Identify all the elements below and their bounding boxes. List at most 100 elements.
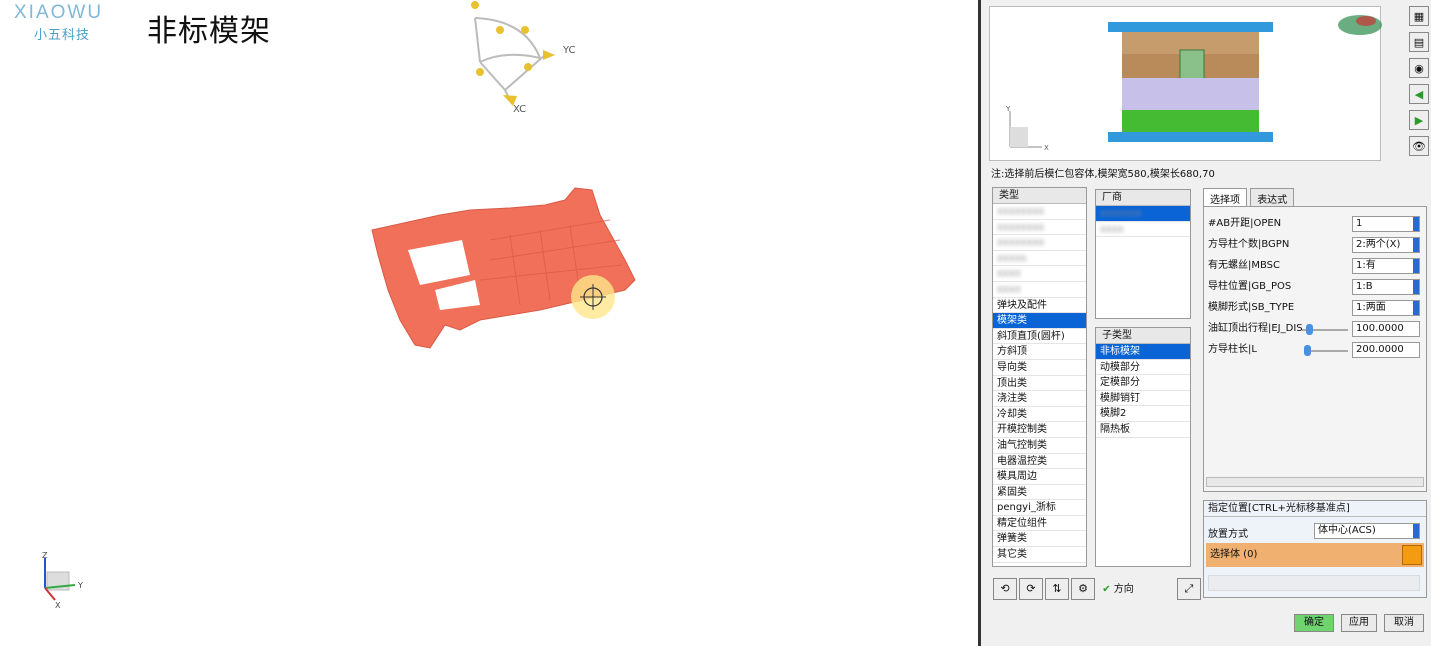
list-item[interactable]: 开模控制类	[993, 422, 1086, 438]
arrow-left-icon[interactable]: ◀	[1409, 84, 1429, 104]
list-item[interactable]: 方斜顶	[993, 344, 1086, 360]
arrow-right-icon[interactable]: ▶	[1409, 110, 1429, 130]
list-item[interactable]: 紧固类	[993, 485, 1086, 501]
select-body-field[interactable]: 选择体 (0)	[1206, 543, 1424, 567]
type-list[interactable]: 类型 xxxxxxxx xxxxxxxx xxxxxxxx xxxxx xxxx xxxx…	[992, 187, 1087, 567]
param-bgpn-select[interactable]: 2:两个(X)	[1352, 237, 1420, 253]
spreadsheet-icon[interactable]: ▤	[1409, 32, 1429, 52]
param-l-label: 方导柱长|L	[1208, 344, 1257, 355]
param-gbpos-label: 导柱位置|GB_POS	[1208, 281, 1292, 292]
csys-icon[interactable]: ⤢	[1176, 578, 1201, 600]
list-item[interactable]: xxxxxxxx	[993, 220, 1086, 236]
list-item[interactable]: 非标模架	[1096, 344, 1190, 360]
subtype-list[interactable]: 子类型 非标模架 动模部分 定模部分 模脚销钉 模脚2 隔热板	[1095, 327, 1191, 567]
list-item[interactable]: 隔热板	[1096, 422, 1190, 438]
mold-base-dialog: Y X ▦ ▤ ◉ ◀ ▶ 👁 注:选择前后模仁包容体,模架宽580,模架长68…	[978, 0, 1431, 646]
list-item[interactable]: 定模部分	[1096, 375, 1190, 391]
vendor-list[interactable]: 厂商 xxxxxxx xxxx	[1095, 189, 1191, 319]
list-item[interactable]: 模具周边	[993, 469, 1086, 485]
list-item[interactable]: 电器温控类	[993, 454, 1086, 470]
list-item[interactable]: 顶出类	[993, 376, 1086, 392]
list-item[interactable]: 斜顶直顶(圆杆)	[993, 329, 1086, 345]
preview-axis-x: X	[1044, 144, 1049, 152]
preview-toolbar: ▦ ▤ ◉ ◀ ▶ 👁	[1409, 6, 1431, 162]
instruction-note: 注:选择前后模仁包容体,模架宽580,模架长680,70	[991, 169, 1215, 180]
triad-yc-label: YC	[562, 45, 576, 56]
graphics-viewport[interactable]: XIAOWU 小五科技 非标模架 YC XC Z Y X	[0, 0, 978, 646]
mold-preview: Y X	[989, 6, 1382, 161]
cube-select-icon[interactable]	[1402, 545, 1422, 565]
wcs-z-label: Z	[42, 551, 48, 560]
disabled-option-row	[1208, 575, 1420, 591]
list-item[interactable]: 弹块及配件	[993, 298, 1086, 314]
flip-icon[interactable]: ⇅	[1045, 578, 1069, 600]
vendor-item[interactable]: xxxx	[1096, 222, 1190, 238]
list-item[interactable]: pengyi_浙标	[993, 500, 1086, 516]
mold-base-drawing: Y X	[1005, 15, 1382, 152]
list-item[interactable]: 冷却类	[993, 407, 1086, 423]
select-body-label: 选择体 (0)	[1210, 549, 1258, 560]
vendor-item[interactable]: xxxxxxx	[1096, 206, 1190, 222]
param-ejdis-input[interactable]: 100.0000	[1352, 321, 1420, 337]
param-bgpn-label: 方导柱个数|BGPN	[1208, 239, 1290, 250]
tab-expressions[interactable]: 表达式	[1250, 188, 1295, 208]
param-ejdis-label: 油缸顶出行程|EJ_DIS	[1208, 323, 1303, 334]
subtype-list-header: 子类型	[1096, 328, 1190, 344]
list-item[interactable]: 模脚2	[1096, 406, 1190, 422]
ok-button[interactable]: 确定	[1294, 614, 1334, 632]
param-l-slider[interactable]	[1304, 345, 1348, 356]
param-mbsc-select[interactable]: 1:有	[1352, 258, 1420, 274]
view-icon[interactable]: ◉	[1409, 58, 1429, 78]
slider-knob[interactable]	[1306, 324, 1313, 335]
gear-icon[interactable]: ⚙	[1071, 578, 1095, 600]
list-item[interactable]: xxxxx	[993, 251, 1086, 267]
logo: XIAOWU 小五科技	[14, 2, 124, 46]
param-ejdis-slider[interactable]	[1302, 324, 1348, 335]
apply-button[interactable]: 应用	[1341, 614, 1377, 632]
cancel-button[interactable]: 取消	[1384, 614, 1424, 632]
type-list-header: 类型	[993, 188, 1086, 204]
table-icon[interactable]: ▦	[1409, 6, 1429, 26]
list-item[interactable]: 油气控制类	[993, 438, 1086, 454]
list-item[interactable]: 其它类	[993, 547, 1086, 563]
wcs-x-label: X	[55, 601, 61, 610]
eye-icon[interactable]: 👁	[1409, 136, 1429, 156]
list-item[interactable]: xxxxxxxx	[993, 204, 1086, 220]
list-item[interactable]: xxxx	[993, 282, 1086, 298]
param-open-input[interactable]: 1	[1352, 216, 1420, 232]
list-item[interactable]: 动模部分	[1096, 360, 1190, 376]
param-l-input[interactable]: 200.0000	[1352, 342, 1420, 358]
triad-xc-label: XC	[513, 104, 526, 115]
part-model[interactable]	[360, 180, 660, 360]
rotate-right-icon[interactable]: ⟳	[1019, 578, 1043, 600]
list-item[interactable]: 浇注类	[993, 391, 1086, 407]
placement-group: 指定位置[CTRL+光标移基准点] 放置方式 体中心(ACS) 选择体 (0)	[1203, 500, 1427, 598]
placement-method-label: 放置方式	[1208, 529, 1248, 540]
brand-emblem-icon	[1338, 15, 1382, 35]
list-item[interactable]: xxxxxxxx	[993, 235, 1086, 251]
list-item[interactable]: 弹簧类	[993, 531, 1086, 548]
direction-label: 方向	[1113, 584, 1134, 595]
param-open-label: #AB开距|OPEN	[1208, 218, 1282, 229]
param-mbsc-label: 有无螺丝|MBSC	[1208, 260, 1281, 271]
slider-knob[interactable]	[1304, 345, 1311, 356]
param-gbpos-select[interactable]: 1:B	[1352, 279, 1420, 295]
param-panel: #AB开距|OPEN 1 方导柱个数|BGPN 2:两个(X) 有无螺丝|MBS…	[1203, 206, 1427, 492]
rotate-left-icon[interactable]: ⟲	[993, 578, 1017, 600]
check-icon: ✔	[1102, 584, 1111, 595]
bottom-toolbar: ⟲ ⟳ ⇅ ⚙ ✔ 方向 ⤢	[993, 578, 1203, 600]
list-item[interactable]: 精定位组件	[993, 516, 1086, 532]
tab-options[interactable]: 选择项	[1203, 188, 1247, 208]
placement-header: 指定位置[CTRL+光标移基准点]	[1204, 501, 1426, 517]
vendor-list-header: 厂商	[1096, 190, 1190, 206]
list-item[interactable]: 模架类	[993, 313, 1086, 329]
placement-method-select[interactable]: 体中心(ACS)	[1314, 523, 1420, 539]
param-sbtype-label: 模脚形式|SB_TYPE	[1208, 302, 1295, 313]
list-item[interactable]: xxxx	[993, 266, 1086, 282]
list-item[interactable]: 模脚销钉	[1096, 391, 1190, 407]
list-item[interactable]: 导向类	[993, 360, 1086, 376]
horizontal-scrollbar[interactable]	[1206, 477, 1424, 487]
param-sbtype-select[interactable]: 1:两面	[1352, 300, 1420, 316]
wcs-triad: Z Y X	[42, 551, 83, 610]
view-triad[interactable]: YC XC	[455, 0, 595, 115]
